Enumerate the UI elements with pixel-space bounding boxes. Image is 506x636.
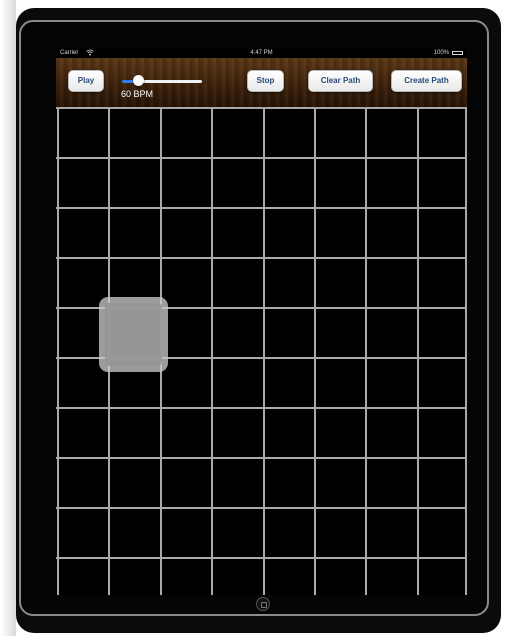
- tempo-bpm-label: 60 BPM: [121, 89, 154, 99]
- wood-toolbar: Play 60 BPM Stop Clear Path Create Path: [56, 58, 467, 107]
- grid-line-horizontal: [56, 507, 467, 509]
- grid-line-vertical: [417, 107, 419, 595]
- tempo-slider[interactable]: [122, 75, 202, 87]
- status-time: 4:47 PM: [250, 50, 273, 56]
- grid-line-horizontal: [56, 457, 467, 459]
- battery-percentage: 100%: [433, 50, 449, 56]
- grid-line-vertical: [314, 107, 316, 595]
- stop-button[interactable]: Stop: [247, 70, 284, 92]
- slider-thumb[interactable]: [133, 75, 144, 86]
- grid-line-vertical: [57, 107, 59, 595]
- selected-grid-cell[interactable]: [99, 297, 168, 372]
- grid-line-horizontal: [56, 157, 467, 159]
- home-button[interactable]: [256, 597, 270, 611]
- grid-line-vertical: [263, 107, 265, 595]
- grid-line-horizontal: [56, 257, 467, 259]
- grid-line-horizontal: [56, 407, 467, 409]
- grid-line-vertical: [465, 107, 467, 595]
- app-screen: Carrier 4:47 PM 100% Play 60 BPM Stop Cl…: [56, 48, 467, 595]
- play-button[interactable]: Play: [68, 70, 104, 92]
- grid-line-vertical: [365, 107, 367, 595]
- grid-line-horizontal: [56, 207, 467, 209]
- grid-line-vertical: [211, 107, 213, 595]
- battery-icon: [452, 51, 463, 55]
- status-bar: Carrier 4:47 PM 100%: [56, 48, 467, 58]
- sequencer-grid[interactable]: [56, 107, 467, 595]
- grid-line-horizontal: [56, 557, 467, 559]
- create-path-button[interactable]: Create Path: [391, 70, 462, 92]
- slider-track-empty: [138, 80, 202, 83]
- grid-line-horizontal: [56, 107, 467, 109]
- page-shadow: [0, 0, 16, 636]
- clear-path-button[interactable]: Clear Path: [308, 70, 373, 92]
